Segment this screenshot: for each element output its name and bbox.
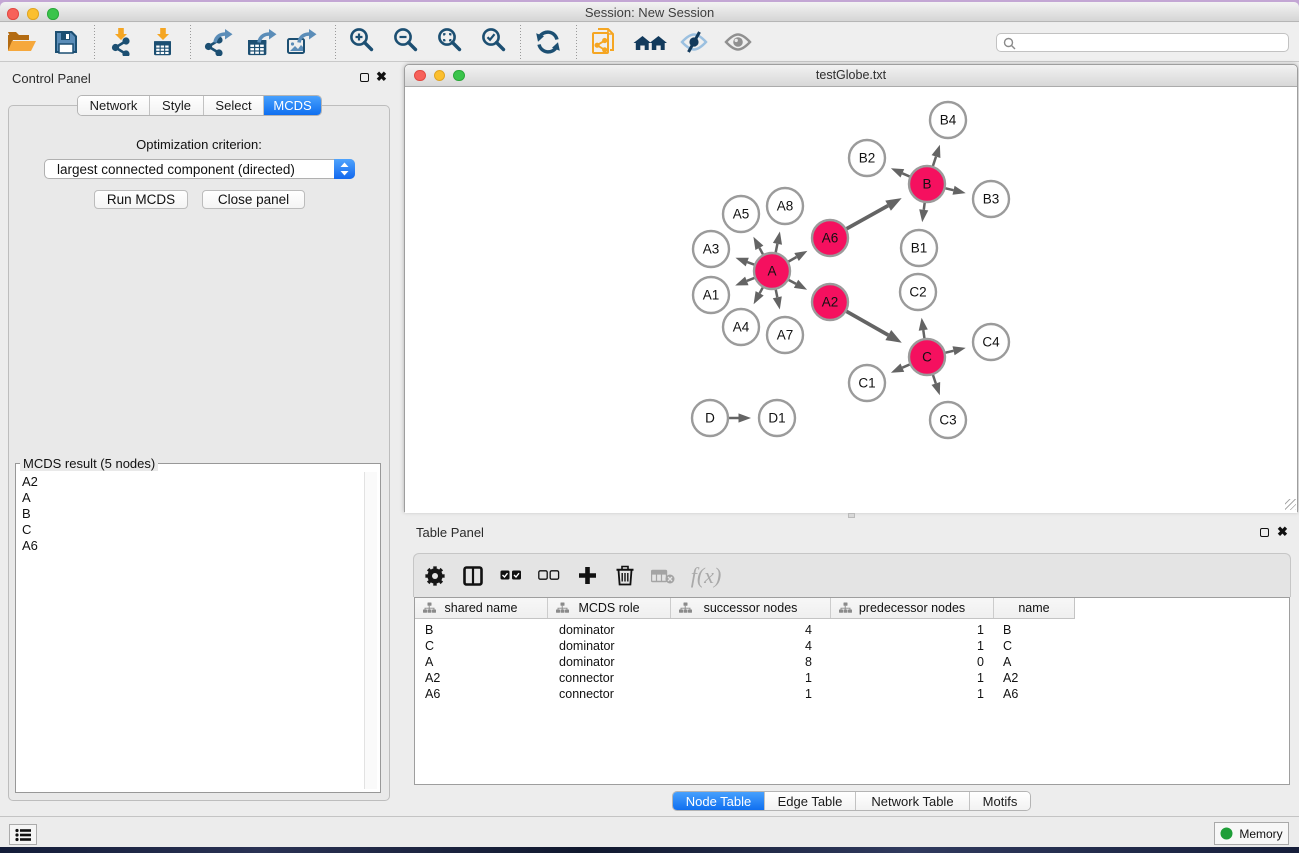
svg-text:A8: A8 [777,199,794,214]
svg-text:D1: D1 [768,411,785,426]
svg-text:A3: A3 [703,242,720,257]
svg-text:B2: B2 [859,151,876,166]
svg-text:C4: C4 [982,335,1000,350]
svg-text:C2: C2 [909,285,926,300]
svg-text:B: B [922,177,931,192]
svg-text:B4: B4 [940,113,957,128]
svg-text:B1: B1 [911,241,928,256]
svg-text:B3: B3 [983,192,1000,207]
svg-text:C3: C3 [939,413,956,428]
svg-text:A: A [767,264,776,279]
svg-text:A1: A1 [703,288,720,303]
svg-text:C1: C1 [858,376,875,391]
svg-text:A7: A7 [777,328,794,343]
svg-text:A5: A5 [733,207,750,222]
svg-text:D: D [705,411,715,426]
svg-text:C: C [922,350,932,365]
svg-text:A4: A4 [733,320,750,335]
svg-text:A2: A2 [822,295,839,310]
svg-text:A6: A6 [822,231,839,246]
